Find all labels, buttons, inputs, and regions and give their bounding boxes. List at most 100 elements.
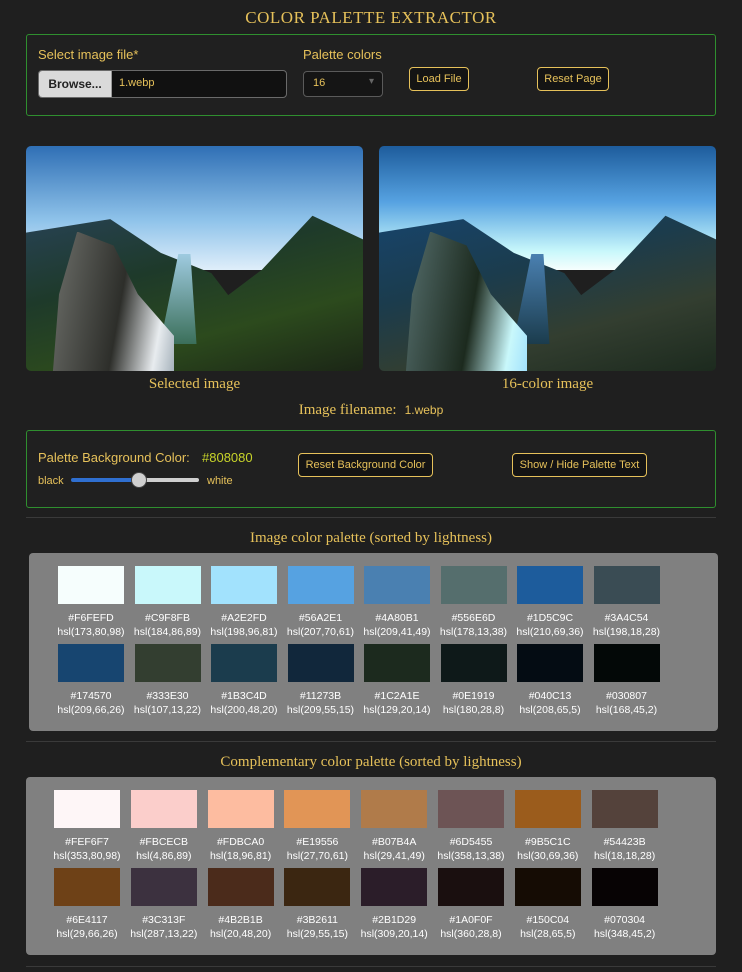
- color-hsl: hsl(4,86,89): [136, 850, 192, 862]
- color-chip: [130, 868, 197, 906]
- color-hsl: hsl(198,96,81): [210, 626, 278, 638]
- color-hsl: hsl(209,66,26): [57, 704, 125, 716]
- reset-page-button[interactable]: Reset Page: [537, 67, 609, 91]
- color-hsl: hsl(29,66,26): [56, 928, 118, 940]
- palette-swatch: #3B2611 hsl(29,55,15): [279, 868, 355, 941]
- color-hex: #1A0F0F: [449, 914, 493, 926]
- color-chip: [591, 790, 658, 828]
- palette-swatch: #B07B4A hsl(29,41,49): [356, 790, 432, 863]
- palette-swatch: #030807 hsl(168,45,2): [589, 644, 665, 717]
- color-chip: [58, 566, 124, 604]
- color-hex: #11273B: [299, 690, 342, 702]
- color-chip: [284, 790, 351, 828]
- palette-swatch: #6D5455 hsl(358,13,38): [433, 790, 509, 863]
- color-chip: [287, 644, 354, 682]
- color-chip: [54, 868, 120, 906]
- color-chip: [364, 566, 430, 604]
- image-palette-title: Image color palette (sorted by lightness…: [249, 530, 492, 546]
- background-color-panel: Palette Background Color: #808080 black …: [26, 430, 716, 508]
- color-hsl: hsl(210,69,36): [516, 626, 584, 638]
- color-hsl: hsl(209,41,49): [363, 626, 431, 638]
- color-hex: #030807: [606, 690, 647, 702]
- color-hsl: hsl(309,20,14): [360, 928, 428, 940]
- color-hex: #F6FEFD: [68, 612, 114, 624]
- image-filename-value: 1.webp: [404, 403, 444, 417]
- color-chip: [514, 790, 581, 828]
- color-chip: [514, 868, 581, 906]
- file-input[interactable]: Browse... 1.webp: [38, 70, 287, 98]
- color-hex: #1B3C4D: [221, 690, 267, 702]
- color-hex: #A2E2FD: [221, 612, 267, 624]
- color-hex: #1C2A1E: [374, 690, 420, 702]
- color-hex: #54423B: [603, 836, 646, 848]
- color-hex: #2B1D29: [372, 914, 417, 926]
- color-hex: #4B2B1B: [218, 914, 263, 926]
- file-loader-panel: Select image file* Browse... 1.webp Pale…: [26, 34, 716, 116]
- color-chip: [517, 566, 583, 604]
- color-chip: [287, 566, 354, 604]
- color-hsl: hsl(129,20,14): [363, 704, 431, 716]
- divider: [26, 517, 716, 518]
- palette-swatch: #4A80B1 hsl(209,41,49): [359, 566, 435, 639]
- browse-button[interactable]: Browse...: [39, 71, 112, 97]
- color-hex: #FBCECB: [139, 836, 189, 848]
- color-hsl: hsl(27,70,61): [286, 850, 349, 862]
- load-file-button[interactable]: Load File: [409, 67, 469, 91]
- color-chip: [134, 644, 201, 682]
- color-hsl: hsl(200,48,20): [210, 704, 278, 716]
- color-hsl: hsl(209,55,15): [286, 704, 355, 716]
- complementary-palette-box: #FEF6F7 hsl(353,80,98) #FBCECB hsl(4,86,89)…: [26, 777, 716, 955]
- slider-handle[interactable]: [131, 472, 147, 488]
- reset-background-button[interactable]: Reset Background Color: [298, 453, 433, 477]
- color-chip: [211, 566, 277, 604]
- quantized-image: [379, 146, 716, 371]
- palette-swatch: #FDBCA0 hsl(18,96,81): [203, 790, 279, 863]
- color-hex: #FEF6F7: [65, 836, 109, 848]
- palette-colors-select[interactable]: 16 ▾: [303, 71, 383, 97]
- color-hsl: hsl(360,28,8): [440, 928, 502, 940]
- color-hex: #E19556: [296, 836, 339, 848]
- palette-swatch: #040C13 hsl(208,65,5): [512, 644, 588, 717]
- color-chip: [211, 644, 277, 682]
- color-hex: #4A80B1: [375, 612, 419, 624]
- color-hex: #040C13: [528, 690, 572, 702]
- color-chip: [284, 868, 351, 906]
- color-hsl: hsl(20,48,20): [209, 928, 272, 940]
- color-chip: [130, 790, 197, 828]
- slider-max-label: white: [207, 475, 233, 487]
- color-chip: [54, 790, 120, 828]
- color-chip: [593, 644, 660, 682]
- color-hex: #333E30: [146, 690, 189, 702]
- color-hex: #070304: [604, 914, 646, 926]
- color-hex: #0E1919: [452, 690, 495, 702]
- palette-swatch: #11273B hsl(209,55,15): [283, 644, 359, 717]
- palette-swatch: #1C2A1E hsl(129,20,14): [359, 644, 435, 717]
- background-color-label: Palette Background Color:: [38, 450, 190, 465]
- quantized-image-caption: 16-color image: [501, 376, 594, 392]
- color-hex: #6D5455: [449, 836, 493, 848]
- color-chip: [517, 644, 583, 682]
- color-hex: #3A4C54: [604, 612, 649, 624]
- color-hsl: hsl(173,80,98): [57, 626, 125, 638]
- palette-swatch: #070304 hsl(348,45,2): [587, 868, 663, 941]
- color-hsl: hsl(28,65,5): [520, 928, 576, 940]
- color-hex: #B07B4A: [372, 836, 417, 848]
- color-chip: [361, 790, 428, 828]
- palette-colors-value: 16: [313, 77, 326, 89]
- color-chip: [438, 868, 504, 906]
- palette-swatch: #A2E2FD hsl(198,96,81): [206, 566, 282, 639]
- color-chip: [440, 566, 507, 604]
- toggle-palette-text-button[interactable]: Show / Hide Palette Text: [512, 453, 647, 477]
- palette-swatch: #150C04 hsl(28,65,5): [510, 868, 586, 941]
- palette-swatch: #3A4C54 hsl(198,18,28): [589, 566, 665, 639]
- color-chip: [207, 868, 274, 906]
- palette-swatch: #333E30 hsl(107,13,22): [130, 644, 206, 717]
- image-palette-box: #F6FEFD hsl(173,80,98) #C9F8FB hsl(184,86,8…: [29, 553, 718, 731]
- image-filename: Image filename: 1.webp: [0, 402, 742, 419]
- palette-swatch: #54423B hsl(18,18,28): [587, 790, 663, 863]
- color-hex: #556E6D: [451, 612, 496, 624]
- palette-swatch: #56A2E1 hsl(207,70,61): [283, 566, 359, 639]
- divider: [26, 741, 716, 742]
- file-name: 1.webp: [119, 77, 155, 89]
- palette-colors-label: Palette colors: [303, 47, 382, 62]
